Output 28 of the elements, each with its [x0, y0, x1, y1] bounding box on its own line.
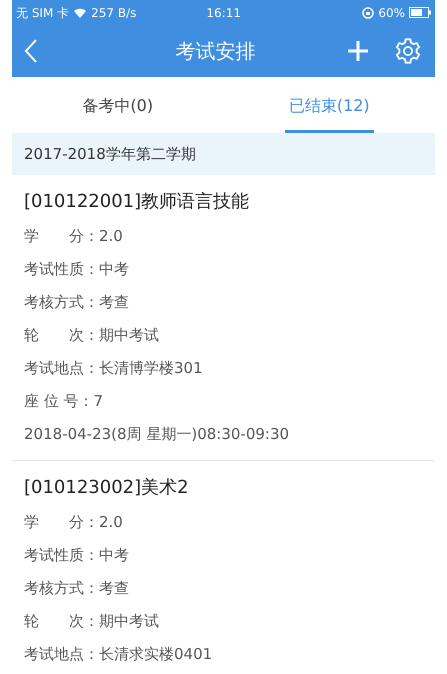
exam-detail: 2018-04-23(8周 星期一)08:30-09:30 — [24, 424, 290, 444]
exam-title: [010122001]教师语言技能 — [24, 190, 250, 214]
add-icon — [347, 40, 369, 62]
carrier-text: 无 SIM 卡 — [16, 4, 70, 22]
semester-label: 2017-2018学年第二学期 — [24, 144, 196, 165]
exam-detail: 座 位 号：7 — [24, 391, 104, 411]
exam-detail: 轮 次：期中考试 — [24, 611, 159, 631]
rotation-lock-icon — [362, 6, 374, 18]
exam-detail: 学 分：2.0 — [24, 512, 123, 532]
exam-detail: 考试地点：长清求实楼0401 — [24, 644, 212, 664]
exam-detail: 学 分：2.0 — [24, 226, 123, 246]
battery-percent: 60% — [378, 4, 405, 22]
exam-detail: 考试地点：长清博学楼301 — [24, 358, 203, 378]
exam-detail: 轮 次：期中考试 — [24, 325, 159, 345]
exam-detail: 考试性质：中考 — [24, 545, 129, 565]
exam-detail: 考核方式：考查 — [24, 578, 129, 598]
battery-icon — [409, 7, 431, 18]
clock-time: 16:11 — [206, 4, 241, 22]
wifi-icon — [73, 7, 88, 18]
back-icon — [24, 38, 38, 64]
tab[interactable]: 备考中(0) — [12, 77, 224, 133]
page-title: 考试安排 — [176, 38, 256, 65]
network-speed: 257 B/s — [91, 4, 136, 22]
exam-title: [010123002]美术2 — [24, 476, 190, 500]
exam-detail: 考试性质：中考 — [24, 259, 129, 279]
settings-button[interactable] — [393, 36, 423, 66]
settings-icon — [394, 37, 422, 65]
exam-detail: 考核方式：考查 — [24, 292, 129, 312]
